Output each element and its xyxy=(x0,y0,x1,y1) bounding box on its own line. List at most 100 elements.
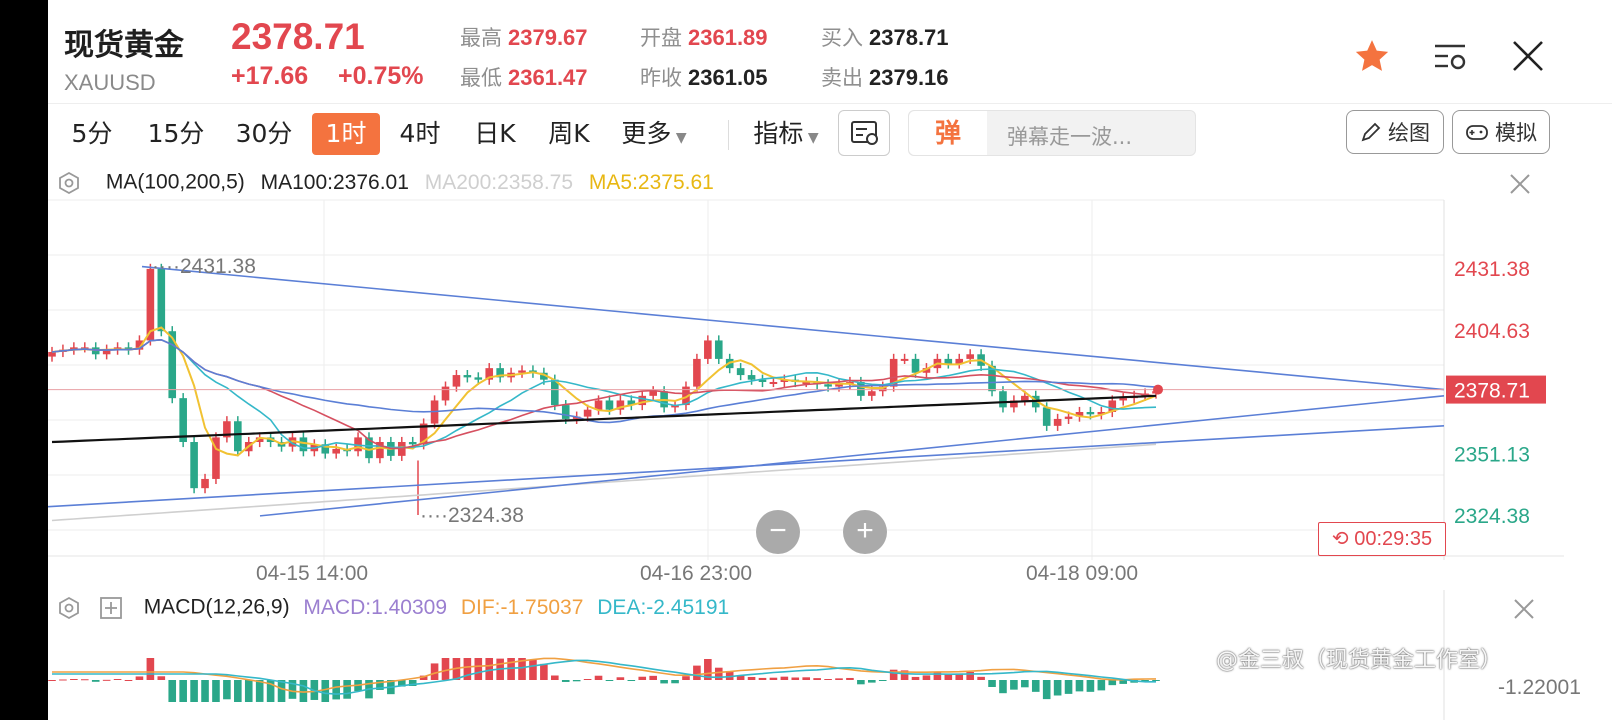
more-dropdown[interactable]: 更多 ▼ xyxy=(614,113,694,155)
macd-bar xyxy=(922,675,931,680)
candle xyxy=(769,381,778,384)
candle xyxy=(583,409,592,417)
macd-bar xyxy=(802,677,811,680)
stat-prev-close: 昨收 2361.05 xyxy=(640,65,768,90)
macd-bar xyxy=(1053,680,1062,696)
candle xyxy=(201,478,209,489)
ma-mid-line xyxy=(51,338,1157,450)
star-icon[interactable] xyxy=(1352,36,1392,76)
chart-settings-icon xyxy=(851,121,878,145)
candle xyxy=(157,268,166,332)
macd-bar xyxy=(124,680,133,681)
indicator-settings-button[interactable] xyxy=(838,110,890,156)
price-change-percent: +0.75% xyxy=(338,62,424,90)
macd-bar xyxy=(1064,680,1073,694)
clock-icon: ⟲ xyxy=(1331,528,1349,550)
macd-bar xyxy=(846,677,854,680)
danmu-logo: 弹 xyxy=(909,111,987,155)
macd-bar xyxy=(868,680,876,683)
candle xyxy=(649,391,657,396)
list-settings-icon[interactable] xyxy=(1430,36,1470,76)
indicator-dropdown[interactable]: 指标 ▼ xyxy=(746,113,826,155)
macd-bar xyxy=(605,680,614,681)
zoom-out-button[interactable]: − xyxy=(756,510,800,554)
last-price: 2378.71 xyxy=(231,16,365,57)
macd-bar xyxy=(1086,680,1095,692)
macd-bar xyxy=(693,665,701,680)
macd-bar xyxy=(223,680,231,700)
candle xyxy=(452,375,461,387)
candle xyxy=(605,400,614,410)
zoom-in-button[interactable]: + xyxy=(843,510,887,554)
ma-short-line xyxy=(51,338,1157,450)
time-axis-label: 04-18 09:00 xyxy=(1026,562,1138,585)
time-axis-label: 04-16 23:00 xyxy=(640,562,752,585)
gamepad-icon xyxy=(1466,125,1488,140)
macd-bar xyxy=(671,680,679,684)
time-axis-label: 04-15 14:00 xyxy=(256,562,368,585)
candle xyxy=(714,340,723,359)
price-axis-label: 2351.13 xyxy=(1454,443,1530,466)
candle xyxy=(911,358,920,373)
macd-bar xyxy=(616,677,625,680)
candle xyxy=(408,442,417,445)
macd-bar xyxy=(660,680,668,684)
draw-button[interactable]: 绘图 xyxy=(1346,110,1444,154)
candle xyxy=(190,442,198,489)
candle xyxy=(474,377,483,380)
candle xyxy=(824,384,832,387)
macd-bar xyxy=(332,680,340,700)
tab-5min[interactable]: 5分 xyxy=(60,113,124,155)
candle xyxy=(1021,395,1029,401)
macd-bar xyxy=(933,671,942,680)
tab-15min[interactable]: 15分 xyxy=(136,113,216,155)
macd-bar xyxy=(201,680,209,702)
macd-bar xyxy=(682,676,690,680)
chart-toolbar: 5分 15分 30分 1时 4时 日K 周K 更多 ▼ 指标 ▼ 弹 弹幕走一波… xyxy=(48,108,1612,162)
macd-bar xyxy=(878,680,887,681)
stat-high: 最高 2379.67 xyxy=(460,25,588,50)
tab-1hour[interactable]: 1时 xyxy=(312,113,380,155)
danmu-input[interactable]: 弹 弹幕走一波... xyxy=(908,110,1196,156)
macd-bar xyxy=(277,680,286,702)
candle xyxy=(463,375,472,378)
macd-bar xyxy=(59,679,67,681)
macd-bar xyxy=(146,658,155,680)
macd-bar xyxy=(168,680,177,702)
tab-4hour[interactable]: 4时 xyxy=(390,113,450,155)
max-price-label: ····2431.38 xyxy=(152,255,256,278)
macd-bar xyxy=(649,675,657,680)
stat-buy: 买入 2378.71 xyxy=(821,25,949,50)
app-window: 现货黄金 XAUUSD 2378.71 +17.66 +0.75% 最高 2379… xyxy=(48,0,1612,720)
candle xyxy=(966,354,974,359)
trendline xyxy=(141,265,1445,391)
macd-bar xyxy=(561,680,570,682)
candle xyxy=(441,386,450,401)
macd-axis-label: -1.22001 xyxy=(1498,676,1581,699)
simulate-button[interactable]: 模拟 xyxy=(1452,110,1550,154)
macd-bar xyxy=(999,680,1007,694)
macd-bar xyxy=(48,680,56,681)
candle xyxy=(1064,416,1073,419)
current-price-dot xyxy=(1153,384,1163,395)
tab-30min[interactable]: 30分 xyxy=(224,113,304,155)
macd-bar xyxy=(1108,680,1117,686)
candle xyxy=(561,405,570,419)
instrument-name: 现货黄金 xyxy=(64,28,184,63)
countdown-badge: ⟲ 00:29:35 xyxy=(1318,522,1446,556)
macd-bar xyxy=(255,680,264,702)
macd-bar xyxy=(540,663,548,680)
candle xyxy=(868,391,876,396)
candle xyxy=(332,448,340,454)
tab-weekly[interactable]: 周K xyxy=(538,113,600,155)
macd-bar xyxy=(234,680,242,702)
macd-bar xyxy=(179,680,187,702)
stat-open: 开盘 2361.89 xyxy=(640,25,768,50)
candle xyxy=(999,391,1007,408)
macd-bar xyxy=(529,659,537,680)
tab-daily[interactable]: 日K xyxy=(464,113,526,155)
close-icon[interactable] xyxy=(1508,36,1548,76)
candle xyxy=(1086,411,1095,415)
macd-bar xyxy=(135,676,144,680)
macd-bar xyxy=(80,679,89,681)
